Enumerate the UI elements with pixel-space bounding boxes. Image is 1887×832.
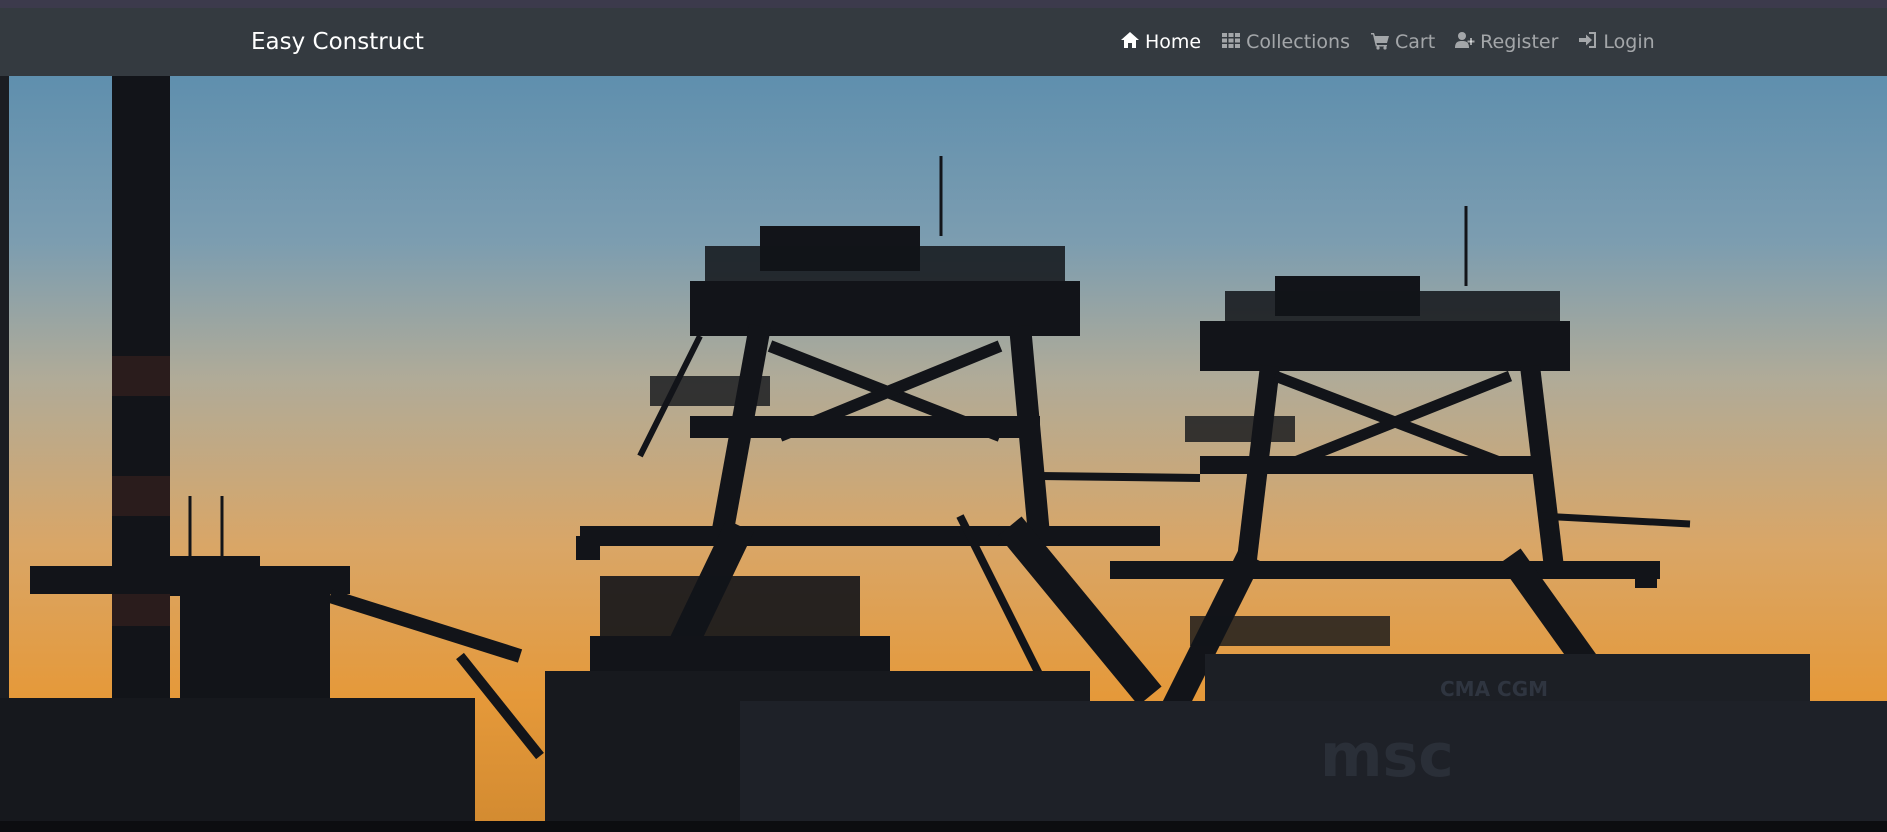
container-label-msc: msc (1320, 721, 1454, 791)
grid-icon (1221, 30, 1246, 55)
nav-item-cart[interactable]: Cart (1360, 30, 1445, 55)
nav-item-label: Collections (1246, 31, 1350, 53)
cart-icon (1370, 30, 1395, 55)
container-label-cma: CMA CGM (1440, 677, 1548, 701)
nav-item-label: Cart (1395, 31, 1436, 53)
home-icon (1120, 30, 1145, 55)
nav-item-home[interactable]: Home (1110, 30, 1211, 55)
nav-item-collections[interactable]: Collections (1211, 30, 1360, 55)
sign-in-icon (1578, 30, 1603, 55)
nav-menu: Home Collections Cart Register Login (1110, 8, 1665, 76)
nav-item-login[interactable]: Login (1568, 30, 1664, 55)
nav-item-label: Home (1145, 31, 1202, 53)
navbar: Easy Construct Home Collections Cart Reg… (0, 8, 1887, 76)
hero-banner: CMA CGM msc (0, 76, 1887, 832)
nav-item-label: Register (1480, 31, 1559, 53)
nav-item-label: Login (1603, 31, 1655, 53)
hero-image: CMA CGM msc (0, 76, 1887, 832)
brand-link[interactable]: Easy Construct (251, 8, 424, 76)
nav-item-register[interactable]: Register (1445, 30, 1568, 55)
window-top-strip (0, 0, 1887, 8)
user-plus-icon (1455, 30, 1480, 55)
